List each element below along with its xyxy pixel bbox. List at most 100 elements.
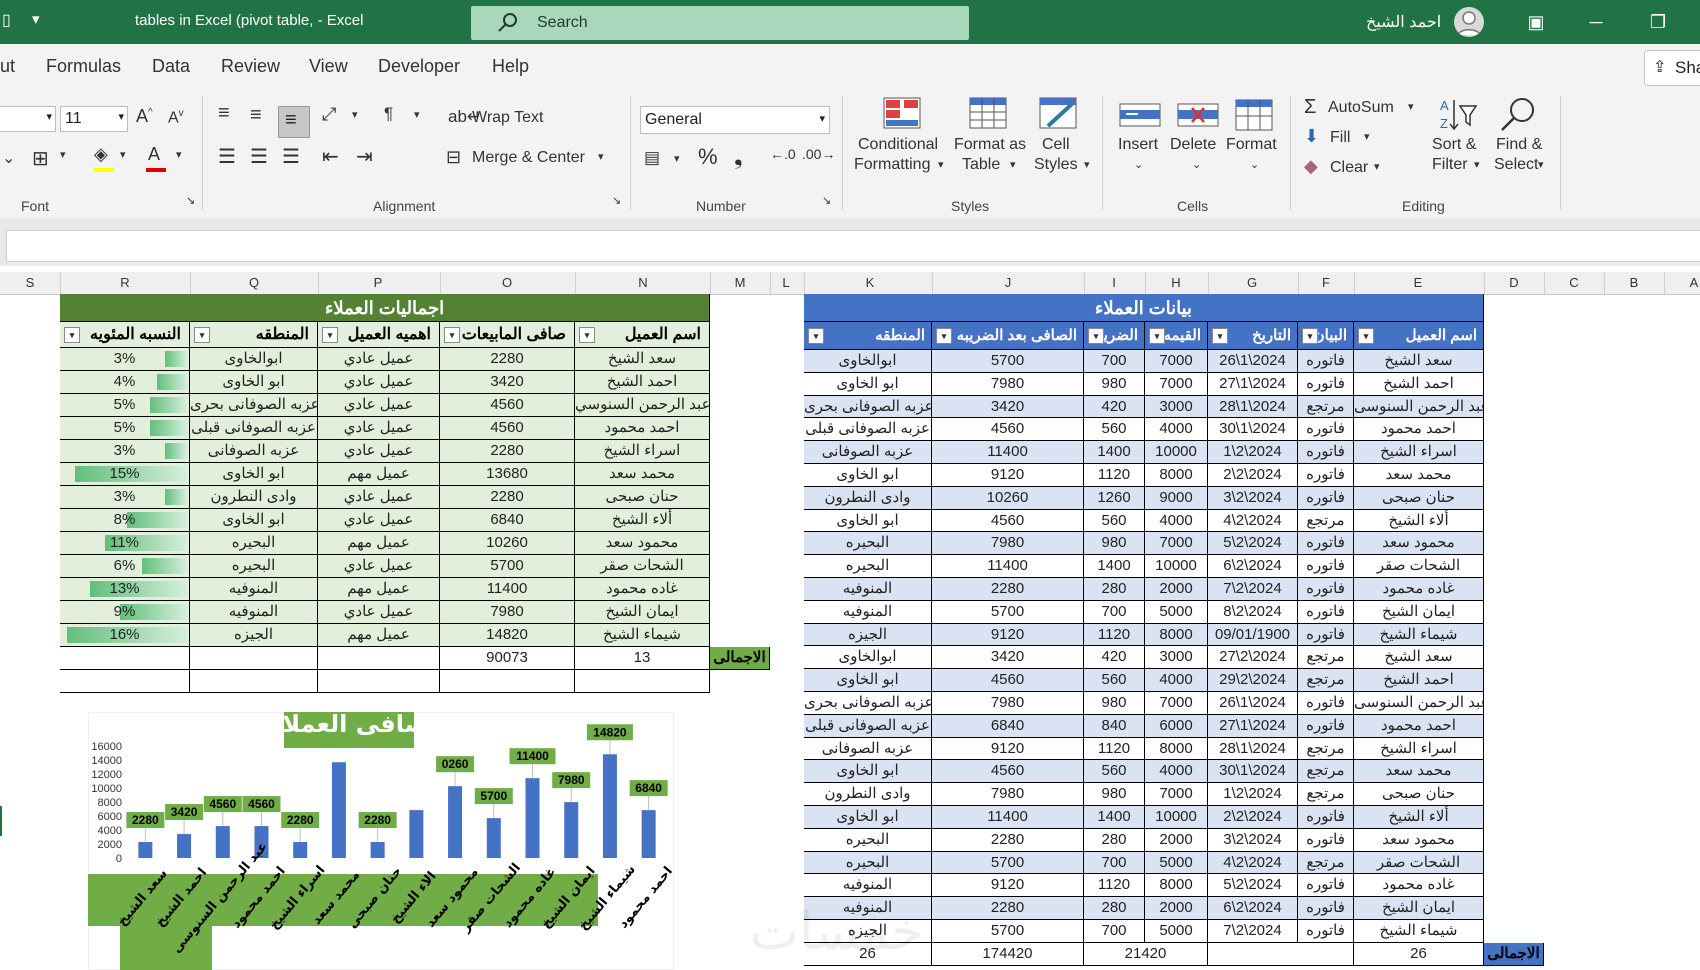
sales-chart[interactable]: 16000 14000 12000 10000 8000 6000 4000 2000 0 228… (88, 712, 674, 970)
column-header-F[interactable]: F (1316, 275, 1336, 290)
filter-dropdown-icon[interactable]: ▾ (579, 327, 595, 343)
filter-dropdown-icon[interactable]: ▾ (1149, 328, 1165, 344)
column-header-I[interactable]: I (1104, 275, 1124, 290)
search-box[interactable]: Search (471, 6, 969, 40)
text-direction-icon[interactable]: ¶ (384, 104, 393, 124)
font-size-select[interactable]: 11 ▾ (60, 106, 128, 132)
cell-styles-button[interactable]: Cell Styles ▾ (1034, 94, 1098, 186)
comma-style-icon[interactable]: ❟ (734, 144, 743, 170)
column-header-M[interactable]: M (730, 275, 750, 290)
summary-column-header[interactable]: اسم العميل ▾ (575, 322, 710, 348)
ribbon-display-icon[interactable]: ▣ (1524, 10, 1548, 34)
fill-color-dropdown-icon[interactable]: ▾ (120, 148, 126, 161)
decrease-indent-icon[interactable]: ⇤ (322, 144, 339, 169)
column-header-L[interactable]: L (776, 275, 796, 290)
align-bottom-button[interactable]: ≡ (278, 106, 310, 138)
borders-icon[interactable]: ⊞ (32, 146, 49, 171)
tab-help[interactable]: Help (492, 56, 529, 77)
data-column-header[interactable]: المنطقه ▾ (804, 322, 932, 350)
decrease-font-icon[interactable]: Av (168, 108, 184, 127)
column-header-N[interactable]: N (633, 275, 653, 290)
filter-dropdown-icon[interactable]: ▾ (194, 327, 210, 343)
data-column-header[interactable]: التاريخ ▾ (1208, 322, 1298, 350)
column-header-K[interactable]: K (860, 275, 880, 290)
restore-icon[interactable]: ❐ (1646, 10, 1670, 34)
filter-dropdown-icon[interactable]: ▾ (1212, 328, 1228, 344)
align-center-icon[interactable]: ☰ (250, 144, 268, 169)
filter-dropdown-icon[interactable]: ▾ (1088, 328, 1104, 344)
data-column-header[interactable]: البيان ▾ (1298, 322, 1354, 350)
column-header-Q[interactable]: Q (244, 275, 264, 290)
font-name-select[interactable]: ▾ (0, 106, 56, 132)
filter-dropdown-icon[interactable]: ▾ (64, 327, 80, 343)
insert-button[interactable]: Insert ⌄ (1114, 94, 1168, 186)
align-right-icon[interactable]: ☰ (282, 144, 300, 169)
sort-filter-button[interactable]: AZ Sort & Filter ▾ (1430, 94, 1486, 186)
fill-button[interactable]: ⬇ Fill ▾ (1304, 124, 1384, 150)
data-column-header[interactable]: الصافى بعد الضريبه ▾ (932, 322, 1084, 350)
column-header-D[interactable]: D (1504, 275, 1524, 290)
column-header-P[interactable]: P (368, 275, 388, 290)
number-dialog-launcher-icon[interactable]: ↘ (822, 194, 831, 207)
increase-font-icon[interactable]: A^ (136, 106, 153, 127)
tab-data[interactable]: Data (152, 56, 190, 77)
column-header-G[interactable]: G (1242, 275, 1262, 290)
column-header-E[interactable]: E (1408, 275, 1428, 290)
orientation-icon[interactable]: ⤢ (322, 104, 336, 125)
font-dialog-launcher-icon[interactable]: ↘ (186, 194, 195, 207)
filter-dropdown-icon[interactable]: ▾ (1302, 328, 1318, 344)
filter-dropdown-icon[interactable]: ▾ (444, 327, 460, 343)
summary-column-header[interactable]: النسبه المئويه ▾ (60, 322, 190, 348)
alignment-dialog-launcher-icon[interactable]: ↘ (612, 194, 621, 207)
increase-indent-icon[interactable]: ⇥ (356, 144, 373, 169)
column-header-A[interactable]: A (1684, 275, 1700, 290)
italic-partial-icon[interactable]: ⌄ (2, 148, 15, 168)
data-column-header[interactable]: القيمه ▾ (1145, 322, 1208, 350)
data-column-header[interactable]: الضريبه ▾ (1084, 322, 1145, 350)
column-header-O[interactable]: O (497, 275, 517, 290)
clear-button[interactable]: ◆ Clear ▾ (1304, 154, 1394, 180)
align-top-icon[interactable]: ≡ (218, 102, 230, 125)
formula-input[interactable] (6, 230, 1700, 262)
tab-review[interactable]: Review (221, 56, 280, 77)
decrease-decimal-icon[interactable]: .00→ (802, 146, 835, 162)
wrap-text-button[interactable]: ab↵ Wrap Text (448, 104, 648, 134)
accounting-format-icon[interactable]: ▤ (644, 148, 660, 168)
filter-dropdown-icon[interactable]: ▾ (322, 327, 338, 343)
column-header-S[interactable]: S (20, 275, 40, 290)
tab-developer[interactable]: Developer (378, 56, 460, 77)
format-as-table-button[interactable]: Format as Table ▾ (952, 94, 1032, 186)
share-button[interactable]: ⇪ Sha (1644, 50, 1700, 86)
column-header-R[interactable]: R (115, 275, 135, 290)
increase-decimal-icon[interactable]: ←.0 (770, 146, 796, 162)
borders-dropdown-icon[interactable]: ▾ (60, 148, 66, 161)
merge-center-button[interactable]: ⊟ Merge & Center ▾ (446, 144, 616, 174)
column-header-C[interactable]: C (1564, 275, 1584, 290)
summary-column-header[interactable]: المنطقه ▾ (190, 322, 318, 348)
find-select-button[interactable]: Find & Select ▾ (1492, 94, 1552, 186)
filter-dropdown-icon[interactable]: ▾ (936, 328, 952, 344)
column-header-B[interactable]: B (1624, 275, 1644, 290)
tab-formulas[interactable]: Formulas (46, 56, 121, 77)
data-column-header[interactable]: اسم العميل ▾ (1354, 322, 1484, 350)
tab-layout[interactable]: ut (0, 56, 15, 77)
column-header-H[interactable]: H (1166, 275, 1186, 290)
percent-style-icon[interactable]: % (698, 144, 718, 170)
user-name[interactable]: احمد الشيخ (1366, 12, 1441, 32)
summary-column-header[interactable]: اهميه العميل ▾ (318, 322, 440, 348)
font-color-dropdown-icon[interactable]: ▾ (176, 148, 182, 161)
filter-dropdown-icon[interactable]: ▾ (808, 328, 824, 344)
number-format-select[interactable]: General ▾ (640, 106, 830, 134)
quick-access-dropdown-icon[interactable]: ▾ (32, 10, 40, 28)
delete-button[interactable]: Delete ⌄ (1170, 94, 1226, 186)
format-button[interactable]: Format ⌄ (1226, 94, 1284, 186)
column-header-J[interactable]: J (998, 275, 1018, 290)
tab-view[interactable]: View (309, 56, 348, 77)
autosum-button[interactable]: Σ AutoSum ▾ (1304, 94, 1424, 120)
fill-color-icon[interactable]: ◈ (94, 144, 108, 165)
summary-column-header[interactable]: صافى المابيعات ▾ (440, 322, 575, 348)
avatar[interactable] (1454, 7, 1484, 37)
font-color-icon[interactable]: A (148, 144, 160, 165)
conditional-formatting-button[interactable]: Conditional Formatting ▾ (852, 94, 952, 186)
filter-dropdown-icon[interactable]: ▾ (1358, 328, 1374, 344)
